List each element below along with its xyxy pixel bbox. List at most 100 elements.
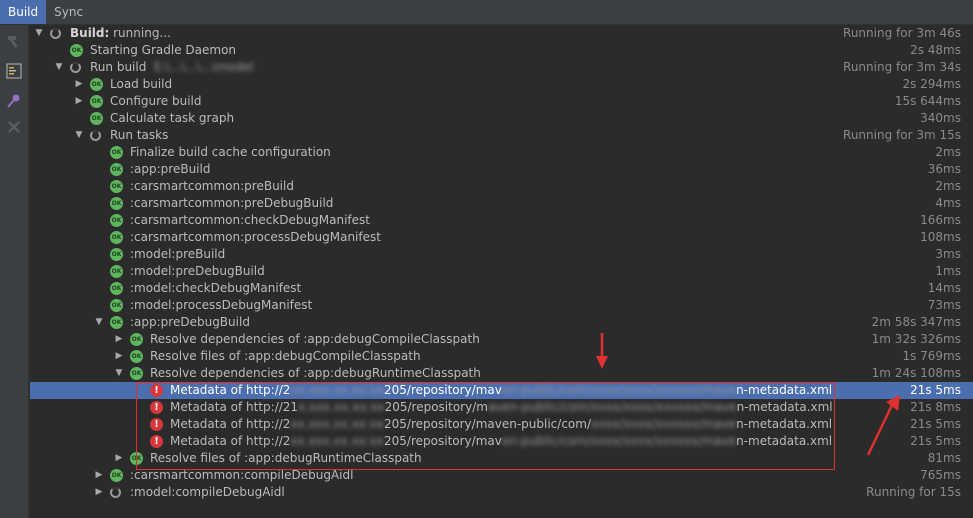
tree-row[interactable]: OK:model:preBuild 3ms [30, 246, 973, 263]
tree-row[interactable]: ▼ Run build E:\...\...\...\model Running f… [30, 59, 973, 76]
expand-arrow-icon[interactable]: ▼ [34, 25, 44, 42]
tree-row-label: Configure build [110, 94, 202, 108]
toggle-view-icon[interactable] [4, 61, 24, 81]
tree-row[interactable]: ▶ OK Configure build 15s 644ms [30, 93, 973, 110]
tree-row[interactable]: OK:carsmartcommon:checkDebugManifest 166m… [30, 212, 973, 229]
tree-row[interactable]: ▼ Run tasks Running for 3m 15s [30, 127, 973, 144]
tree-row-duration: 1m 24s 108ms [871, 366, 961, 380]
running-spinner-icon [70, 62, 81, 73]
tree-row[interactable]: OK:carsmartcommon:processDebugManifest 10… [30, 229, 973, 246]
tree-row[interactable]: OK Calculate task graph 340ms [30, 110, 973, 127]
tree-row-label: Metadata of http://2xx.xxx.xx.xx:xx205/r… [170, 417, 833, 431]
tree-row-duration: Running for 3m 34s [843, 60, 961, 74]
tree-row-label: Metadata of http://2xx.xxx.xx.xx:xx205/r… [170, 434, 833, 448]
expand-arrow-icon[interactable]: ▼ [114, 365, 124, 382]
tree-row-duration: 3ms [935, 247, 961, 261]
tab-build[interactable]: Build [0, 0, 47, 24]
tree-row-label: Resolve files of :app:debugRuntimeClassp… [150, 451, 422, 465]
success-icon: OK [130, 452, 143, 465]
redacted-text: en-public/com/xxxx/xxxx/xxxxxx/mave [501, 383, 737, 397]
tree-row[interactable]: OK:model:checkDebugManifest 14ms [30, 280, 973, 297]
tree-row[interactable]: ▶ OK Resolve files of :app:debugCompileCla… [30, 348, 973, 365]
tree-row[interactable]: OK :carsmartcommon:preDebugBuild 4ms [30, 195, 973, 212]
tree-row-duration: 73ms [927, 298, 961, 312]
collapse-arrow-icon[interactable]: ▶ [74, 76, 84, 93]
redacted-text: xx.xxx.xx.xx:xx [290, 383, 385, 397]
tree-row-duration: 2s 48ms [910, 43, 961, 57]
success-icon: OK [110, 231, 123, 244]
tree-row-duration: 21s 5ms [910, 417, 961, 431]
close-icon[interactable] [4, 117, 24, 137]
tree-row-label: :carsmartcommon:preDebugBuild [130, 196, 334, 210]
error-icon: ! [150, 418, 163, 431]
tree-row[interactable]: ! Metadata of http://2xx.xxx.xx.xx:xx205/… [30, 433, 973, 450]
collapse-arrow-icon[interactable]: ▶ [114, 331, 124, 348]
expand-arrow-icon[interactable]: ▼ [94, 314, 104, 331]
tree-row-duration: 2ms [935, 145, 961, 159]
tree-row-label: :app:preBuild [130, 162, 211, 176]
success-icon: OK [110, 197, 123, 210]
success-icon: OK [110, 180, 123, 193]
tree-row[interactable]: ▶ OK:carsmartcommon:compileDebugAidl 765ms [30, 467, 973, 484]
success-icon: OK [90, 95, 103, 108]
tree-row[interactable]: OK:model:preDebugBuild 1ms [30, 263, 973, 280]
tree-row-duration: 2s 294ms [902, 77, 961, 91]
error-icon: ! [150, 401, 163, 414]
tree-row-label: Metadata of http://2xx.xxx.xx.xx:xx205/r… [170, 383, 833, 397]
success-icon: OK [130, 333, 143, 346]
success-icon: OK [90, 78, 103, 91]
tree-row-duration: 15s 644ms [894, 94, 961, 108]
success-icon: OK [70, 44, 83, 57]
tree-row-duration: Running for 3m 15s [843, 128, 961, 142]
tree-row[interactable]: OK:carsmartcommon:preBuild 2ms [30, 178, 973, 195]
tree-row[interactable]: ▼ OK:app:preDebugBuild 2m 58s 347ms [30, 314, 973, 331]
running-spinner-icon [50, 28, 61, 39]
redacted-text: xx.xxx.xx.xx:xx [290, 417, 385, 431]
tree-row[interactable]: OK Finalize build cache configuration 2ms [30, 144, 973, 161]
hammer-icon[interactable] [4, 31, 24, 51]
tree-row-duration: Running for 3m 46s [843, 26, 961, 40]
tree-row-label: :carsmartcommon:checkDebugManifest [130, 213, 370, 227]
redacted-text: en-public/com/xxxx/xxxx/xxxxxx/mave [501, 434, 737, 448]
expand-arrow-icon[interactable]: ▼ [74, 127, 84, 144]
tree-row-label: Build: running... [70, 26, 171, 40]
success-icon: OK [130, 367, 143, 380]
collapse-arrow-icon[interactable]: ▶ [94, 467, 104, 484]
tree-row[interactable]: ▶:model:compileDebugAidl Running for 15s [30, 484, 973, 501]
tree-row-duration: 166ms [920, 213, 961, 227]
tree-row[interactable]: ▶ OK Resolve files of :app:debugRuntimeCla… [30, 450, 973, 467]
success-icon: OK [130, 350, 143, 363]
collapse-arrow-icon[interactable]: ▶ [74, 93, 84, 110]
tree-row[interactable]: ▼ Build: running... Running for 3m 46s [30, 25, 973, 42]
collapse-arrow-icon[interactable]: ▶ [114, 450, 124, 467]
success-icon: OK [110, 265, 123, 278]
tree-row[interactable]: ! Metadata of http://2xx.xxx.xx.xx:xx205/… [30, 416, 973, 433]
tab-sync[interactable]: Sync [46, 0, 91, 24]
tree-row-label: Starting Gradle Daemon [90, 43, 237, 57]
running-spinner-icon [90, 130, 101, 141]
tree-row[interactable]: OK:app:preBuild 36ms [30, 161, 973, 178]
tree-row[interactable]: ▶ OK Resolve dependencies of :app:debugCom… [30, 331, 973, 348]
tree-row[interactable]: OK Starting Gradle Daemon 2s 48ms [30, 42, 973, 59]
tree-row-duration: 14ms [927, 281, 961, 295]
tree-row-duration: 4ms [935, 196, 961, 210]
redacted-text: xxxx/xxxx/xxxxxx/mave [590, 417, 737, 431]
tree-row-label: :model:checkDebugManifest [130, 281, 302, 295]
tree-row-label: :carsmartcommon:preBuild [130, 179, 294, 193]
success-icon: OK [110, 299, 123, 312]
tree-row[interactable]: ▶ OK Load build 2s 294ms [30, 76, 973, 93]
collapse-arrow-icon[interactable]: ▶ [114, 348, 124, 365]
tree-row[interactable]: ! Metadata of http://2xx.xxx.xx.xx:xx205/… [30, 382, 973, 399]
redacted-text: xx.xxx.xx.xx:xx [290, 434, 385, 448]
collapse-arrow-icon[interactable]: ▶ [94, 484, 104, 501]
success-icon: OK [110, 316, 123, 329]
pin-icon[interactable] [4, 91, 24, 111]
tree-row-duration: 1m 32s 326ms [871, 332, 961, 346]
left-toolbar [0, 25, 29, 518]
tree-row[interactable]: ! Metadata of http://21x.xxx.xx.xx:xx205/… [30, 399, 973, 416]
expand-arrow-icon[interactable]: ▼ [54, 59, 64, 76]
tree-row-label: Load build [110, 77, 173, 91]
redacted-text: x.xxx.xx.xx:xx [298, 400, 385, 414]
tree-row[interactable]: OK:model:processDebugManifest 73ms [30, 297, 973, 314]
tree-row[interactable]: ▼ OK Resolve dependencies of :app:debugRun… [30, 365, 973, 382]
